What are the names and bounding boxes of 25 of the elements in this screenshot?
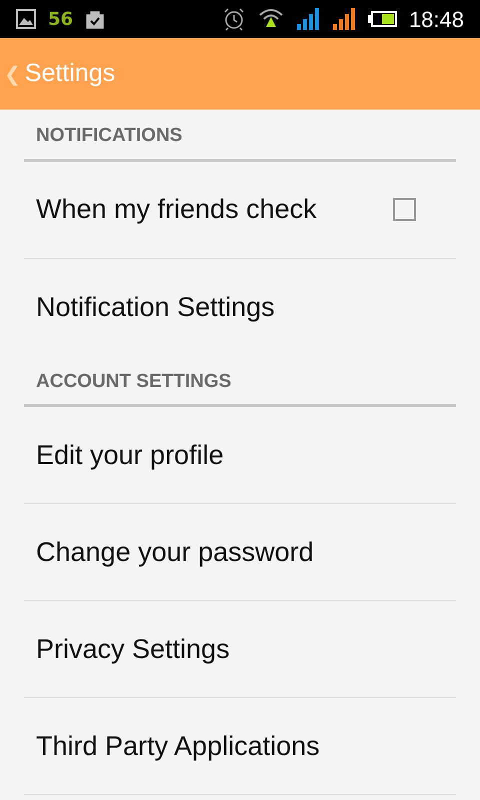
screen-title: Settings xyxy=(24,58,116,89)
back-icon: ❮ xyxy=(4,58,21,88)
image-icon xyxy=(16,9,36,29)
row-label: Edit your profile xyxy=(36,438,225,472)
bag-icon xyxy=(85,9,106,29)
notification-count: 56 xyxy=(48,8,74,32)
settings-row[interactable]: When my friends check xyxy=(24,162,456,258)
row-label: Notification Settings xyxy=(36,290,276,324)
battery-icon xyxy=(368,11,397,27)
settings-row[interactable]: Change your password xyxy=(24,504,456,601)
section-header: NOTIFICATIONS xyxy=(36,125,182,146)
clock: 18:48 xyxy=(408,6,464,34)
settings-row[interactable]: Edit your profile xyxy=(24,407,456,504)
settings-row[interactable]: Notification Settings xyxy=(24,258,456,356)
signal-icon xyxy=(296,7,320,31)
section-header: ACCOUNT SETTINGS xyxy=(36,370,232,392)
row-label: When my friends check xyxy=(36,193,318,226)
row-label: Privacy Settings xyxy=(36,632,231,666)
settings-row[interactable]: Privacy Settings xyxy=(24,601,456,698)
settings-row[interactable]: Third Party Applications xyxy=(24,698,456,795)
alarm-icon xyxy=(222,7,246,31)
checkbox[interactable] xyxy=(393,198,416,221)
signal-icon xyxy=(332,7,356,31)
row-label: Third Party Applications xyxy=(36,730,321,763)
row-label: Change your password xyxy=(36,536,315,569)
